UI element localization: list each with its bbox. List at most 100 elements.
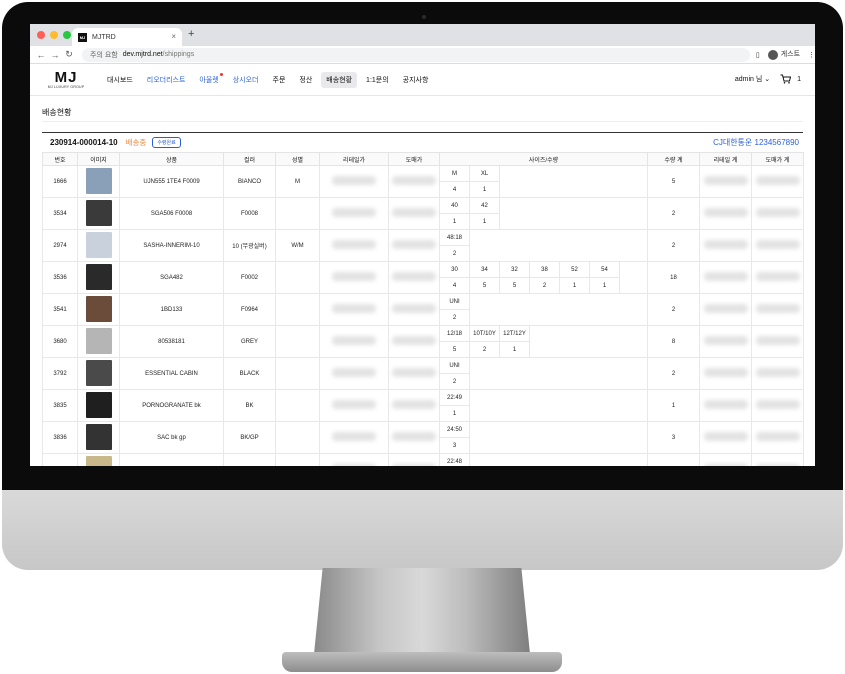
product-thumbnail[interactable]: [85, 359, 112, 386]
product-thumbnail[interactable]: [85, 295, 112, 322]
size-label: 52: [560, 262, 590, 278]
nav-item-3[interactable]: 상시오더: [228, 72, 264, 88]
user-menu[interactable]: admin 님 ⌄: [735, 74, 770, 84]
nav-item-8[interactable]: 공지사항: [398, 72, 434, 88]
table-row: 1666 UJN555 1TE4 F0009 BIANCO M M 4 XL 1 5: [42, 165, 804, 198]
back-icon[interactable]: ←: [34, 50, 48, 60]
logo[interactable]: MJ MJ LUXURY GROUP: [46, 68, 86, 89]
browser-tab[interactable]: MJ MJTRD ×: [72, 28, 182, 46]
close-tab-icon[interactable]: ×: [171, 32, 176, 41]
retail-price: [319, 197, 389, 230]
product-thumbnail[interactable]: [85, 391, 112, 418]
product-color: F0964: [223, 293, 276, 326]
row-image: [77, 357, 120, 390]
product-thumbnail[interactable]: [85, 167, 112, 194]
address-bar-row: ← → ↻ 주의 요함 dev.mjtrd.net/shippings ▯ 게스…: [30, 46, 815, 64]
monitor: MJ MJTRD × + ← → ↻ 주의 요함 dev.mjtrd.net/s…: [0, 0, 845, 674]
new-tab-button[interactable]: +: [188, 28, 194, 40]
size-qty-grid: 40 1 42 1: [440, 198, 500, 229]
redacted-value: [332, 464, 376, 466]
size-qty-cell: 40 1 42 1: [439, 197, 648, 230]
product-thumbnail[interactable]: [85, 423, 112, 450]
product-gender: [275, 197, 320, 230]
monitor-base: [282, 652, 562, 672]
reload-icon[interactable]: ↻: [62, 49, 76, 60]
product-color: BK/GP: [223, 421, 276, 454]
redacted-value: [392, 272, 436, 281]
nav-item-1[interactable]: 리오더리스트: [142, 72, 191, 88]
redacted-value: [703, 432, 748, 441]
row-image: [77, 325, 120, 358]
product-thumbnail[interactable]: [85, 231, 112, 258]
redacted-value: [332, 400, 376, 409]
minimize-window-button[interactable]: [50, 31, 58, 39]
product-thumbnail[interactable]: [85, 455, 112, 466]
nav-item-4[interactable]: 주문: [268, 72, 291, 88]
cart-button[interactable]: 1: [780, 74, 801, 84]
wholesale-total: [751, 197, 804, 230]
url-input[interactable]: 주의 요함 dev.mjtrd.net/shippings: [82, 47, 750, 62]
size-qty-cell: 48:18 2: [439, 229, 648, 262]
redacted-value: [703, 176, 748, 185]
forward-icon[interactable]: →: [48, 50, 62, 60]
product-thumbnail[interactable]: [85, 327, 112, 354]
retail-price: [319, 293, 389, 326]
product-color: F0008: [223, 197, 276, 230]
redacted-value: [392, 368, 436, 377]
nav-item-0[interactable]: 대시보드: [102, 72, 138, 88]
column-header: 도매가 계: [751, 152, 804, 166]
size-qty: 3: [440, 438, 470, 453]
retail-price: [319, 389, 389, 422]
nav-item-6[interactable]: 배송현황: [321, 71, 358, 88]
received-button[interactable]: 수령완료: [152, 137, 181, 148]
order-id: 230914-000014-10: [50, 138, 118, 147]
size-qty: 2: [440, 374, 470, 389]
tab-title: MJTRD: [92, 33, 116, 41]
table-row: 2974 SASHA-INNERIM-10 10 (무광실버) W/M 48:18 2 2: [42, 229, 804, 262]
nav-item-2[interactable]: 아울렛: [194, 72, 223, 88]
size-label: 42: [470, 198, 500, 214]
retail-price: [319, 165, 389, 198]
redacted-value: [392, 208, 436, 217]
size-label: 32: [500, 262, 530, 278]
product-gender: [275, 453, 320, 466]
redacted-value: [392, 464, 436, 466]
tracking-link[interactable]: CJ대한통운 1234567890: [713, 137, 799, 148]
sidepanel-icon[interactable]: ▯: [756, 51, 760, 59]
product-thumbnail[interactable]: [85, 263, 112, 290]
maximize-window-button[interactable]: [63, 31, 71, 39]
wholesale-price: [388, 261, 440, 294]
size-qty-grid: UNI 2: [440, 294, 470, 325]
redacted-value: [392, 432, 436, 441]
size-qty-cell: 30 4 34 5 32 5 38 2 52 1 54 1: [439, 261, 648, 294]
table-row: 3541 1BD133 F0964 UNI 2 2: [42, 293, 804, 326]
size-qty-cell: 12/18 5 10T/10Y 2 12T/12Y 1: [439, 325, 648, 358]
kebab-menu-icon[interactable]: ⋮: [808, 51, 815, 59]
profile-button[interactable]: 게스트: [767, 49, 800, 60]
product-gender: [275, 357, 320, 390]
size-qty-grid: 30 4 34 5 32 5 38 2 52 1 54 1: [440, 262, 620, 293]
product-thumbnail[interactable]: [85, 199, 112, 226]
redacted-value: [755, 208, 800, 217]
redacted-value: [755, 272, 800, 281]
row-number: 3541: [42, 293, 78, 326]
nav-item-7[interactable]: 1:1문의: [361, 72, 394, 88]
product-gender: M: [275, 165, 320, 198]
retail-total: [699, 293, 752, 326]
column-header: 이미지: [77, 152, 120, 166]
size-label: 10T/10Y: [470, 326, 500, 342]
redacted-value: [703, 240, 748, 249]
row-number: 3534: [42, 197, 78, 230]
table-row: 3792 ESSENTIAL CABIN BLACK UNI 2 2: [42, 357, 804, 390]
qty-total: 2: [647, 357, 700, 390]
retail-price: [319, 261, 389, 294]
size-qty: 4: [440, 278, 470, 293]
nav-item-5[interactable]: 정산: [294, 72, 317, 88]
retail-total: [699, 357, 752, 390]
close-window-button[interactable]: [37, 31, 45, 39]
product-color: BK: [223, 389, 276, 422]
logo-text: MJ: [54, 68, 78, 86]
row-number: 3835: [42, 389, 78, 422]
security-warning[interactable]: 주의 요함: [90, 50, 118, 60]
size-qty: 4: [440, 182, 470, 197]
